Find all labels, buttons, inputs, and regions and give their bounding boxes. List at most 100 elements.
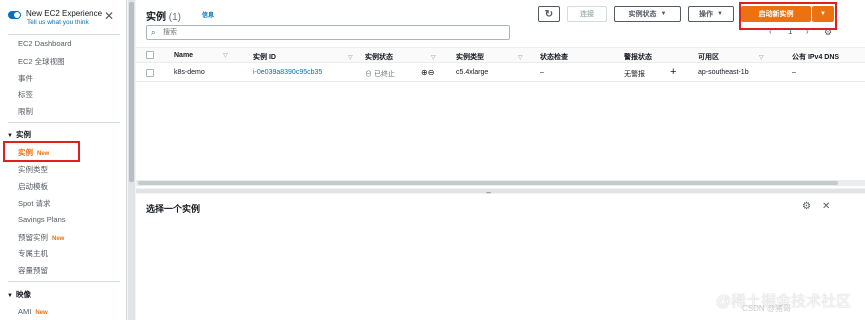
caret-down-icon: ▼	[7, 293, 13, 299]
zoom-in-icon[interactable]: ⊕	[421, 68, 428, 77]
column-header-state[interactable]: 实例状态 ▽	[365, 52, 436, 62]
title-text: 实例	[146, 12, 166, 23]
cell-status-check: –	[540, 69, 544, 76]
zoom-out-icon[interactable]: ⊖	[428, 68, 435, 77]
divider	[8, 281, 120, 282]
column-label: Name	[174, 52, 194, 59]
button-label: 操作	[699, 11, 714, 18]
column-label: 实例 ID	[253, 54, 276, 61]
sidebar-item-label: AMI	[18, 307, 32, 316]
column-header-name[interactable]: Name ▽	[174, 52, 228, 59]
column-header-status-check[interactable]: 状态检查	[540, 52, 568, 62]
sidebar-item-limits[interactable]: 限制	[18, 106, 33, 117]
panel-divider[interactable]	[136, 189, 865, 193]
pagination-page-number[interactable]: 1	[788, 27, 792, 36]
cell-instance-type: c5.4xlarge	[456, 69, 489, 76]
sort-icon[interactable]: ▽	[431, 55, 436, 61]
sidebar-item-instance-types[interactable]: 实例类型	[18, 164, 48, 175]
instance-state-button[interactable]: 实例状态 ▼	[614, 6, 681, 22]
settings-icon[interactable]: ⚙	[802, 201, 811, 212]
scrollbar-thumb[interactable]	[129, 2, 134, 182]
sidebar-item-launch-templates[interactable]: 启动模板	[18, 181, 48, 192]
sidebar-item-global-view[interactable]: EC2 全球视图	[18, 56, 65, 67]
sort-icon[interactable]: ▽	[348, 55, 353, 61]
feedback-link[interactable]: Tell us what you think	[27, 19, 89, 26]
caret-down-icon: ▼	[660, 11, 667, 17]
sidebar-item-spot-requests[interactable]: Spot 请求	[18, 198, 51, 209]
sidebar-item-capacity-reservations[interactable]: 容量预留	[18, 265, 48, 276]
watermark-caption: CSDN @猪哥	[741, 304, 791, 313]
select-all-checkbox[interactable]	[146, 51, 154, 59]
refresh-icon: ↻	[544, 8, 554, 20]
sort-icon[interactable]: ▽	[223, 53, 228, 59]
state-text: 已终止	[373, 71, 395, 78]
column-header-instance-id[interactable]: 实例 ID ▽	[253, 52, 353, 62]
column-header-public-dns[interactable]: 公有 IPv4 DNS	[792, 52, 839, 62]
table-horizontal-scrollbar[interactable]	[136, 180, 865, 186]
sidebar-item-ami[interactable]: AMI New	[18, 307, 48, 316]
add-alarm-icon[interactable]: +	[670, 66, 676, 78]
sidebar-item-ec2-dashboard[interactable]: EC2 Dashboard	[18, 39, 71, 48]
divider	[8, 34, 120, 35]
table-row[interactable]: k8s-demo i-0e039a8390c95cb35 ⊖ 已终止 ⊕⊖ c5…	[136, 64, 865, 82]
refresh-button[interactable]: ↻	[538, 6, 560, 22]
column-label: 实例状态	[365, 54, 393, 61]
sidebar-item-savings-plans[interactable]: Savings Plans	[18, 215, 66, 224]
instance-id-link[interactable]: i-0e039a8390c95cb35	[253, 69, 322, 76]
row-checkbox[interactable]	[146, 69, 154, 77]
column-header-alarm-status[interactable]: 警报状态	[624, 52, 652, 62]
instances-panel: 实例 (1) 信息 ↻ 连接 实例状态▼ 操作▼ 启动新实例 ▼ ⌕ ‹ 1 ›…	[136, 0, 865, 188]
table-settings-icon[interactable]: ⚙	[824, 27, 832, 38]
close-icon[interactable]: ✕	[104, 10, 114, 22]
sidebar-scrollbar[interactable]	[128, 0, 135, 320]
sort-icon[interactable]: ▽	[759, 55, 764, 61]
new-badge: New	[35, 310, 48, 316]
main-content: 实例 (1) 信息 ↻ 连接 实例状态▼ 操作▼ 启动新实例 ▼ ⌕ ‹ 1 ›…	[136, 0, 865, 320]
close-icon[interactable]: ✕	[822, 201, 830, 212]
cell-state: ⊖ 已终止	[365, 69, 395, 79]
experience-title: New EC2 Experience	[26, 9, 103, 18]
caret-down-icon: ▼	[7, 133, 13, 139]
new-badge: New	[52, 236, 65, 242]
sidebar-item-label: 预留实例	[18, 233, 48, 242]
sidebar-item-events[interactable]: 事件	[18, 73, 33, 84]
search-input[interactable]	[163, 27, 503, 38]
cell-alarm-status: 无警报	[624, 71, 645, 78]
button-label: 连接	[580, 11, 594, 18]
info-link[interactable]: 信息	[202, 10, 214, 19]
search-box: ⌕	[146, 25, 510, 40]
sidebar-item-dedicated-hosts[interactable]: 专属主机	[18, 248, 48, 259]
button-label: 实例状态	[628, 11, 657, 18]
divider	[8, 122, 120, 123]
search-icon: ⌕	[151, 28, 156, 37]
column-label: 公有 IPv4 DNS	[792, 54, 840, 61]
terminated-icon: ⊖	[365, 71, 372, 78]
table-header: Name ▽ 实例 ID ▽ 实例状态 ▽ 实例类型 ▽ 状态检查 警报状态 可用区 ▽ …	[136, 47, 865, 63]
column-header-type[interactable]: 实例类型 ▽	[456, 52, 523, 62]
cell-public-dns: –	[792, 69, 796, 76]
column-label: 状态检查	[540, 54, 568, 61]
cell-availability-zone: ap-southeast-1b	[698, 69, 749, 76]
sort-icon[interactable]: ▽	[518, 55, 523, 61]
sidebar-item-reserved-instances[interactable]: 预留实例 New	[18, 232, 64, 243]
caret-down-icon: ▼	[717, 11, 723, 17]
column-label: 实例类型	[456, 54, 484, 61]
pagination-prev-button[interactable]: ‹	[769, 27, 772, 36]
column-header-availability-zone[interactable]: 可用区 ▽	[698, 52, 764, 62]
new-experience-toggle[interactable]	[8, 11, 21, 19]
scrollbar-thumb[interactable]	[138, 181, 838, 185]
zoom-icons: ⊕⊖	[421, 68, 434, 77]
details-panel-title: 选择一个实例	[146, 204, 201, 214]
sidebar-item-tags[interactable]: 标签	[18, 89, 33, 100]
highlight-box	[3, 141, 80, 162]
pagination-next-button[interactable]: ›	[806, 27, 809, 36]
section-label: 实例	[15, 130, 31, 139]
connect-button[interactable]: 连接	[567, 6, 607, 22]
instance-count: (1)	[168, 12, 182, 23]
page-title: 实例 (1)	[146, 8, 181, 23]
actions-button[interactable]: 操作 ▼	[688, 6, 734, 22]
cell-name: k8s-demo	[174, 69, 205, 76]
sidebar-section-instances[interactable]: ▼ 实例	[7, 129, 31, 140]
sidebar-section-images[interactable]: ▼ 映像	[7, 289, 31, 300]
highlight-box	[739, 2, 837, 30]
